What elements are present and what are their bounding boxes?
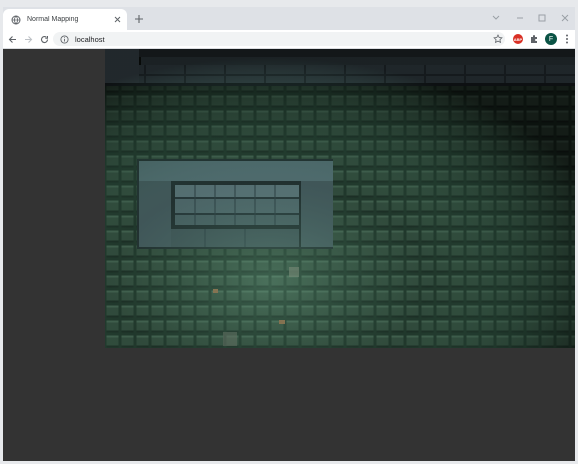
url-text: localhost	[75, 34, 105, 44]
browser-toolbar: localhost ABP F	[3, 30, 575, 49]
new-tab-icon[interactable]	[134, 14, 144, 24]
profile-avatar[interactable]: F	[545, 33, 557, 45]
browser-window: Normal Mapping localhost ABP F	[3, 7, 575, 461]
maximize-icon[interactable]	[536, 12, 548, 24]
tab-search-icon[interactable]	[490, 12, 502, 24]
adblock-extension-icon[interactable]: ABP	[513, 34, 523, 44]
scene-render	[105, 49, 575, 348]
close-tab-icon[interactable]	[111, 14, 123, 26]
page-viewport	[3, 49, 575, 461]
normal-mapping-canvas[interactable]	[105, 49, 575, 348]
tab-strip: Normal Mapping	[3, 7, 575, 30]
extensions-puzzle-icon[interactable]	[528, 33, 540, 45]
minimize-icon[interactable]	[514, 12, 526, 24]
info-icon[interactable]	[60, 34, 69, 44]
forward-arrow-icon[interactable]	[22, 33, 34, 45]
globe-icon	[11, 15, 21, 25]
menu-kebab-icon[interactable]	[561, 33, 573, 45]
tab-normal-mapping[interactable]: Normal Mapping	[3, 9, 127, 30]
tab-title: Normal Mapping	[27, 16, 79, 23]
close-window-icon[interactable]	[559, 12, 571, 24]
reload-icon[interactable]	[38, 33, 50, 45]
address-bar[interactable]: localhost	[53, 32, 505, 46]
bookmark-star-icon[interactable]	[492, 33, 504, 45]
back-arrow-icon[interactable]	[6, 33, 18, 45]
